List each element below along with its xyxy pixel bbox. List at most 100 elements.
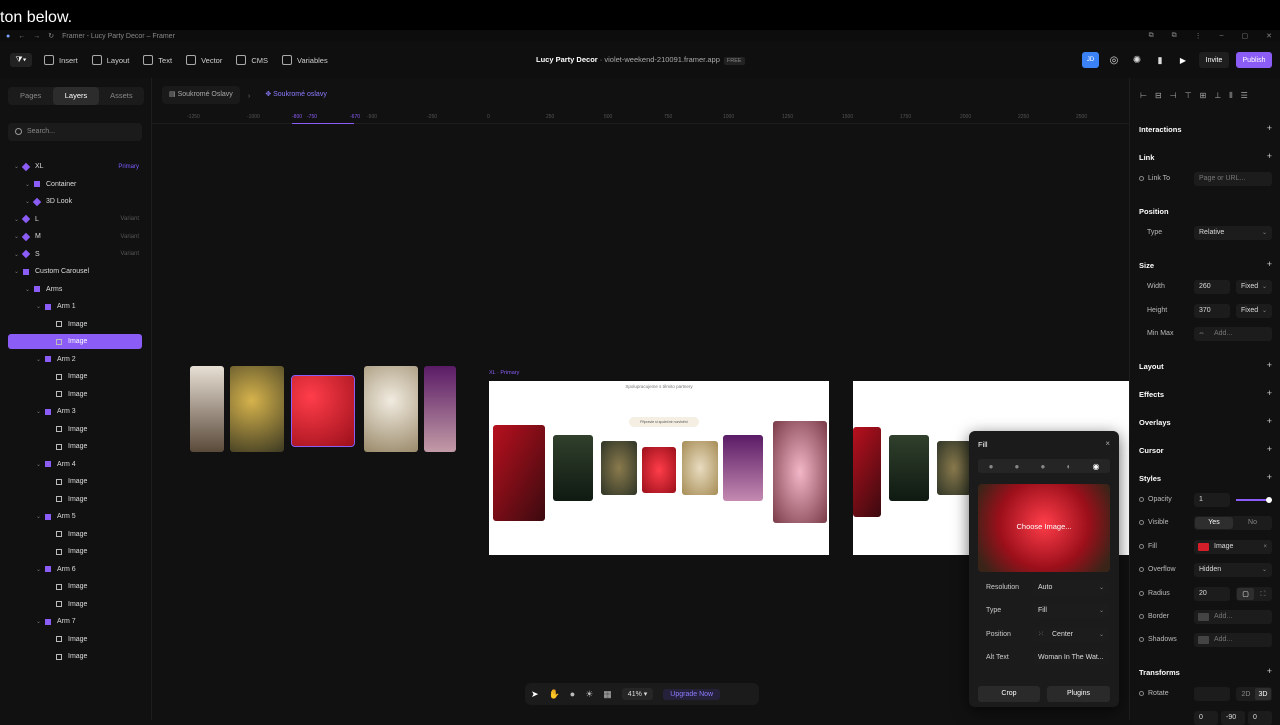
alt-text-input[interactable]: Woman In The Wat... — [1033, 651, 1109, 665]
hand-tool-icon[interactable]: ✋ — [549, 689, 560, 700]
add-transform-icon[interactable]: + — [1267, 666, 1272, 676]
layer-row[interactable]: ⌄ Arm 5 — [8, 509, 142, 524]
align-left-icon[interactable]: ⊢ — [1140, 91, 1147, 101]
avatar[interactable]: JD — [1082, 52, 1099, 68]
play-icon[interactable]: ▶ — [1175, 52, 1191, 68]
remove-fill-icon[interactable]: × — [1263, 540, 1267, 554]
minmax-input[interactable]: ⇔ Add... — [1194, 327, 1272, 341]
chevron-down-icon[interactable]: ⌄ — [36, 303, 43, 310]
cms-button[interactable]: CMS — [236, 55, 268, 65]
height-input[interactable]: 370 — [1194, 304, 1230, 318]
position-type-select[interactable]: Relative ⌄ — [1194, 226, 1272, 240]
rotate-z-input[interactable]: 0 — [1248, 711, 1272, 725]
add-size-icon[interactable]: + — [1267, 259, 1272, 269]
tab-layers[interactable]: Layers — [53, 87, 99, 105]
chevron-down-icon[interactable]: ⌄ — [36, 461, 43, 468]
layer-row[interactable]: Image — [8, 369, 142, 384]
align-right-icon[interactable]: ⊣ — [1170, 91, 1177, 101]
visible-no[interactable]: No — [1234, 517, 1271, 529]
framer-menu-button[interactable]: ⧩▾ — [10, 53, 32, 67]
align-center-v-icon[interactable]: ⊞ — [1200, 91, 1207, 101]
project-title[interactable]: Lucy Party Decor · violet-weekend-210091… — [536, 55, 745, 65]
layer-row[interactable]: ⌄ S Variant — [8, 247, 142, 262]
distribute-v-icon[interactable]: ☰ — [1241, 91, 1248, 101]
layer-row[interactable]: ⌄ Arm 6 — [8, 562, 142, 577]
solid-fill-icon[interactable]: ● — [989, 462, 994, 471]
layer-row[interactable]: Image — [8, 632, 142, 647]
maximize-icon[interactable]: ▢ — [1242, 32, 1249, 40]
add-overlay-icon[interactable]: + — [1267, 416, 1272, 426]
add-interaction-icon[interactable]: + — [1267, 123, 1272, 133]
add-style-icon[interactable]: + — [1267, 472, 1272, 482]
layer-row[interactable]: Image — [8, 492, 142, 507]
chevron-down-icon[interactable]: ⌄ — [14, 163, 21, 170]
fill-type-select[interactable]: Fill ⌄ — [1033, 604, 1109, 618]
comment-icon[interactable]: ● — [570, 689, 575, 699]
width-input[interactable]: 260 — [1194, 280, 1230, 294]
frame-xl[interactable]: Spolupracujeme s těmito partnery Připrav… — [489, 381, 829, 555]
back-icon[interactable]: ← — [18, 33, 25, 40]
mode-2d[interactable]: 2D — [1238, 688, 1254, 700]
layer-row[interactable]: ⌄ Arm 7 — [8, 614, 142, 629]
reload-icon[interactable]: ↻ — [48, 32, 54, 40]
close-icon[interactable]: × — [1105, 439, 1110, 448]
chevron-down-icon[interactable]: ⌄ — [36, 566, 43, 573]
layer-row[interactable]: Image — [8, 387, 142, 402]
chevron-down-icon[interactable]: ⌄ — [14, 233, 21, 240]
radius-all-icon[interactable]: ▢ — [1237, 588, 1254, 600]
tab-pages[interactable]: Pages — [8, 87, 53, 105]
fill-value[interactable]: Image × — [1194, 540, 1272, 554]
invite-button[interactable]: Invite — [1199, 52, 1229, 68]
zoom-dropdown[interactable]: 41% ▾ — [621, 688, 654, 700]
height-mode-select[interactable]: Fixed ⌄ — [1236, 304, 1272, 318]
plugins-button[interactable]: Plugins — [1047, 686, 1110, 702]
layer-row[interactable]: ⌄ Arm 2 — [8, 352, 142, 367]
breadcrumb-current[interactable]: ✥ Soukromé oslavy — [258, 86, 334, 104]
layer-row[interactable]: Image — [8, 579, 142, 594]
layer-row[interactable]: ⌄ Arm 3 — [8, 404, 142, 419]
minimize-icon[interactable]: – — [1220, 32, 1224, 40]
layer-row[interactable]: ⌄ L Variant — [8, 212, 142, 227]
radius-input[interactable]: 20 — [1194, 587, 1230, 601]
text-button[interactable]: Text — [143, 55, 172, 65]
opacity-input[interactable]: 1 — [1194, 493, 1230, 507]
selected-image[interactable] — [291, 375, 355, 447]
layer-row[interactable]: Image — [8, 597, 142, 612]
chevron-down-icon[interactable]: ⌄ — [25, 198, 32, 205]
width-mode-select[interactable]: Fixed ⌄ — [1236, 280, 1272, 294]
upgrade-button[interactable]: Upgrade Now — [663, 688, 721, 700]
add-effect-icon[interactable]: + — [1267, 388, 1272, 398]
translate-icon[interactable]: ⧉ — [1149, 32, 1154, 40]
add-link-icon[interactable]: + — [1267, 151, 1272, 161]
chevron-down-icon[interactable]: ⌄ — [14, 268, 21, 275]
extensions-icon[interactable]: ⧉ — [1172, 32, 1177, 40]
linear-gradient-icon[interactable]: ● — [1015, 462, 1020, 471]
rotate-y-input[interactable]: -90 — [1221, 711, 1245, 725]
theme-icon[interactable]: ☀ — [585, 689, 593, 700]
carousel-image[interactable] — [364, 366, 418, 452]
select-tool-icon[interactable]: ➤ — [531, 689, 539, 700]
link-input[interactable]: Page or URL... — [1194, 172, 1272, 186]
carousel-image[interactable] — [190, 366, 224, 452]
chevron-down-icon[interactable]: ⌄ — [14, 216, 21, 223]
settings-icon[interactable]: ✺ — [1129, 52, 1145, 68]
layer-row[interactable]: ⌄ XL Primary — [8, 159, 142, 174]
layer-row[interactable]: ⌄ Container — [8, 177, 142, 192]
tab-assets[interactable]: Assets — [99, 87, 144, 105]
layer-row[interactable]: Image — [8, 527, 142, 542]
carousel-image[interactable] — [424, 366, 456, 452]
layer-row[interactable]: ⌄ M Variant — [8, 229, 142, 244]
chevron-down-icon[interactable]: ⌄ — [25, 286, 32, 293]
layer-row[interactable]: Image — [8, 474, 142, 489]
chevron-down-icon[interactable]: ⌄ — [25, 181, 32, 188]
variables-button[interactable]: Variables — [282, 55, 328, 65]
chevron-down-icon[interactable]: ⌄ — [36, 356, 43, 363]
layer-row[interactable]: Image — [8, 544, 142, 559]
radius-individual-icon[interactable]: ⛶ — [1255, 588, 1271, 600]
crop-button[interactable]: Crop — [978, 686, 1040, 702]
analytics-icon[interactable]: ▮ — [1152, 52, 1168, 68]
chevron-down-icon[interactable]: ⌄ — [36, 618, 43, 625]
distribute-h-icon[interactable]: ⫴ — [1229, 91, 1232, 101]
border-input[interactable]: Add... — [1194, 610, 1272, 624]
overflow-select[interactable]: Hidden ⌄ — [1194, 563, 1272, 577]
